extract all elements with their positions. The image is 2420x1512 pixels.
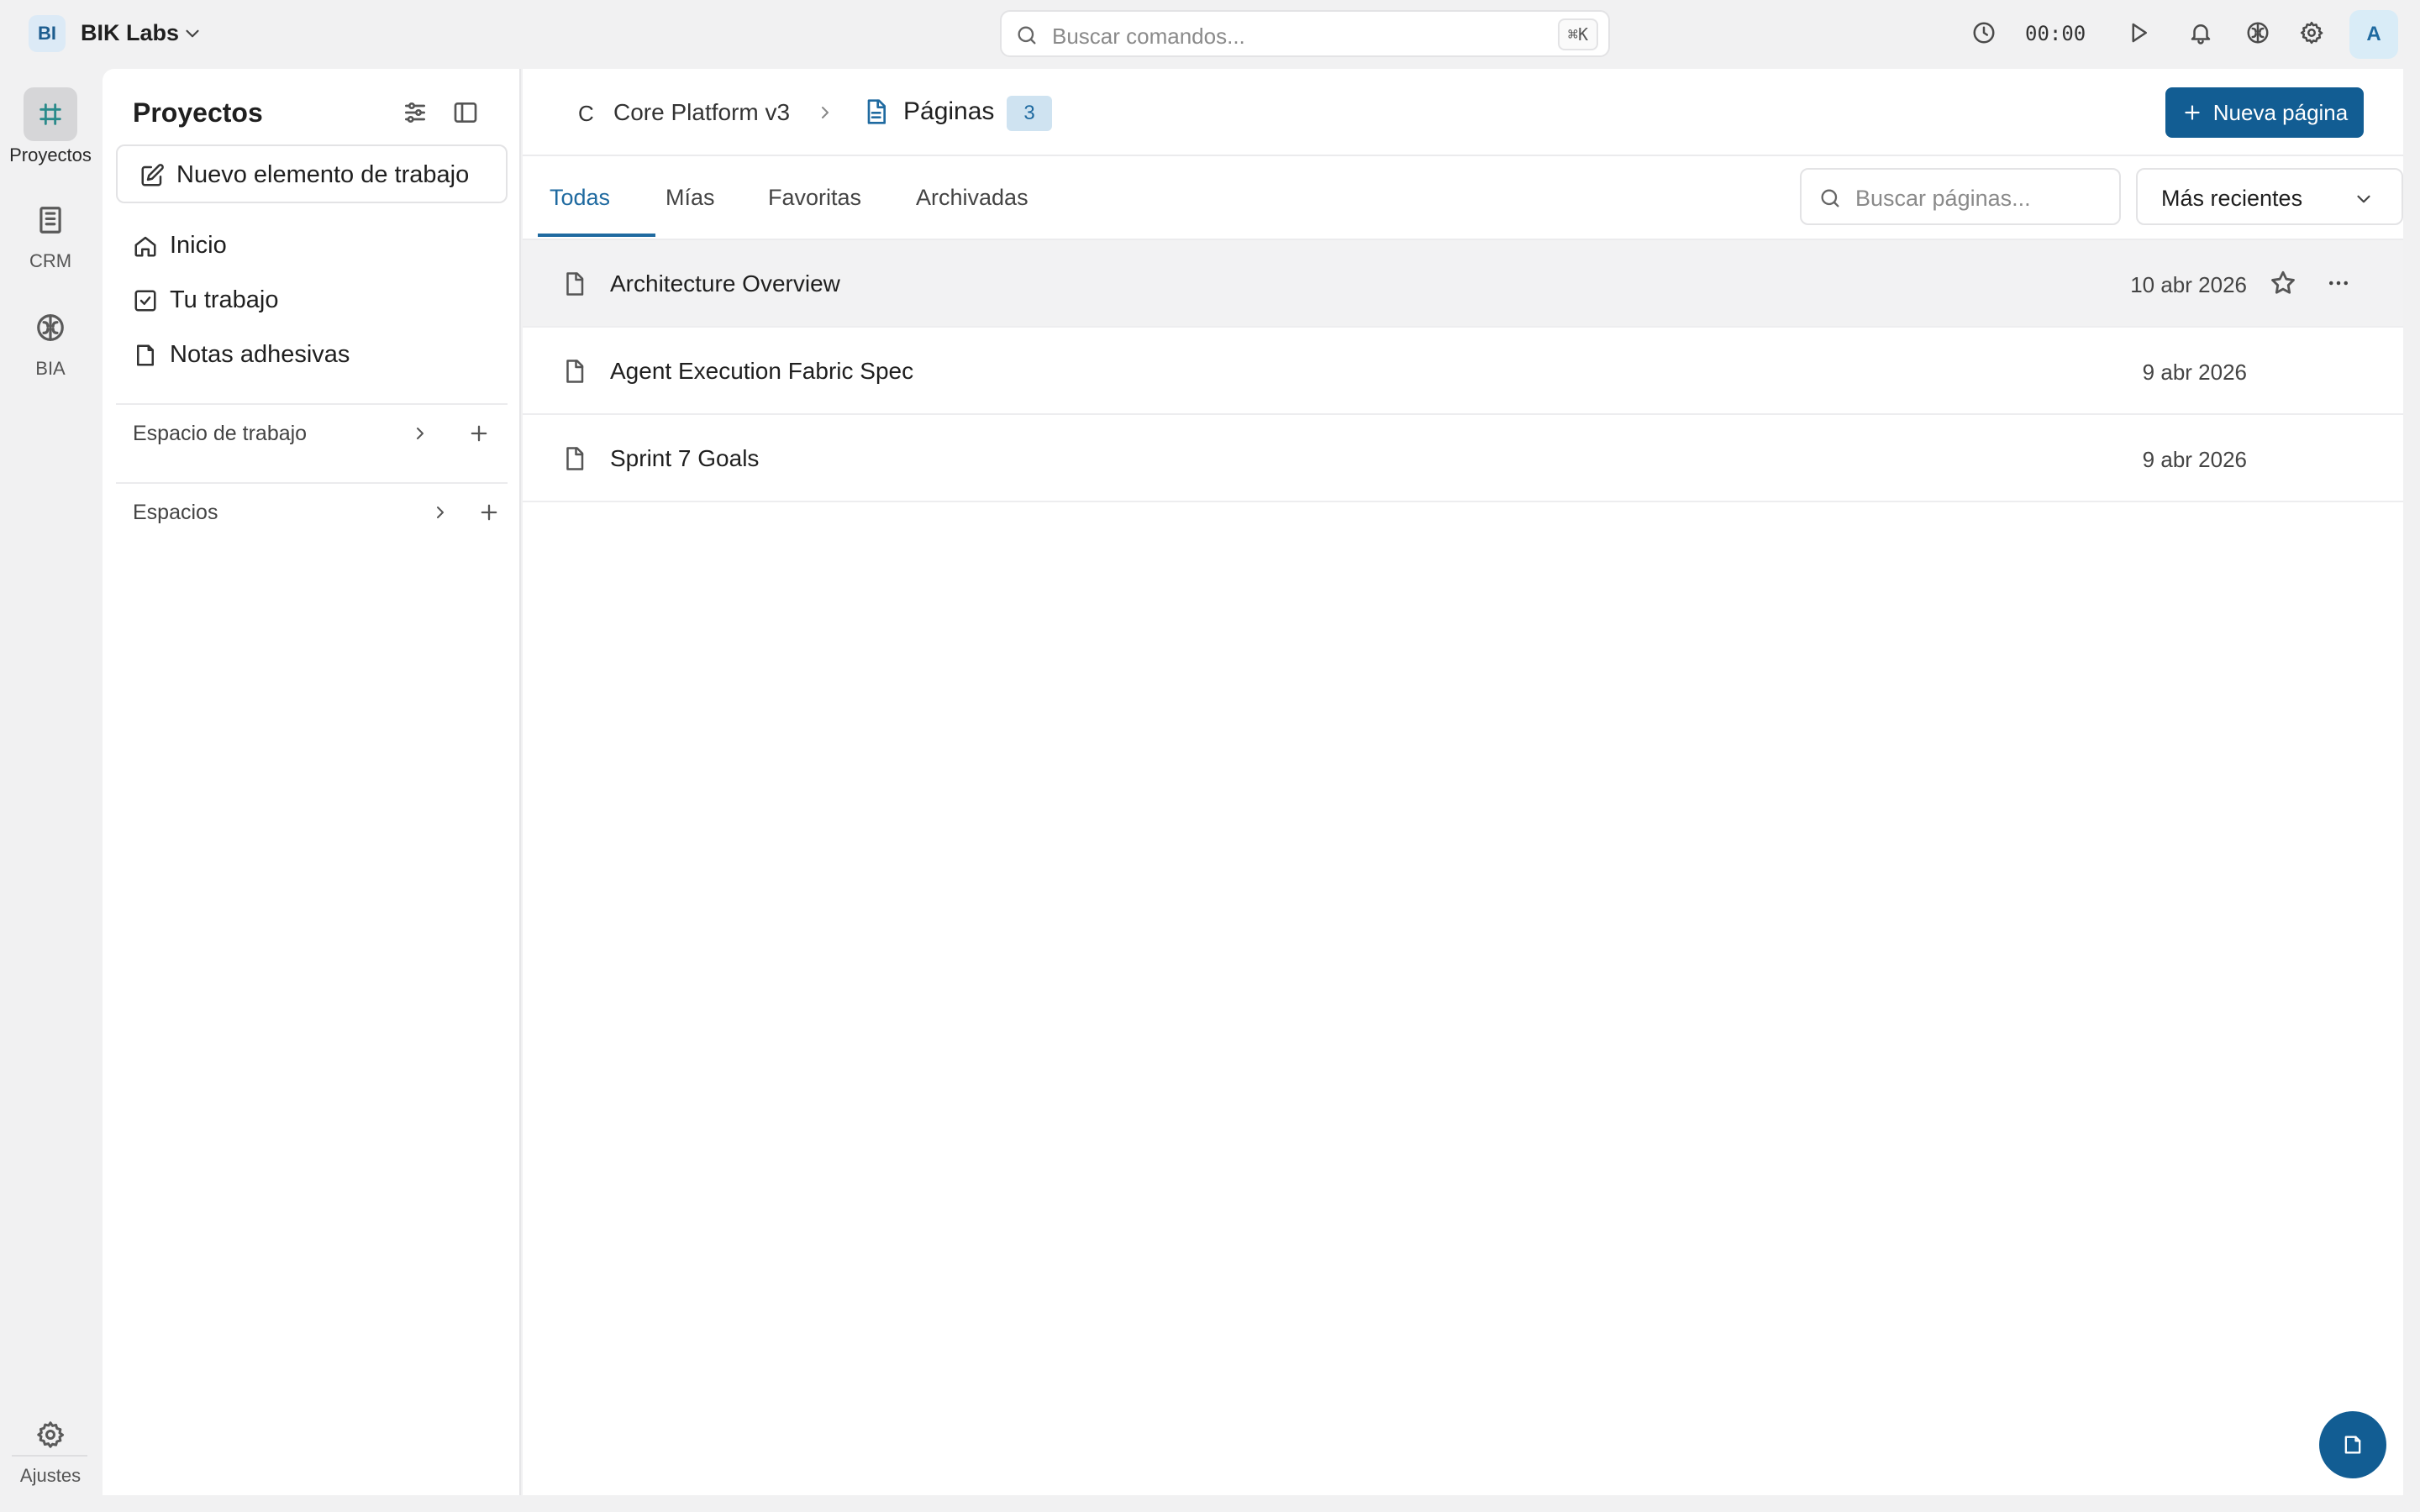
list-item[interactable]: Agent Execution Fabric Spec 9 abr 2026 [523,328,2403,415]
page-date: 9 abr 2026 [2142,447,2247,472]
edit-icon [139,163,165,188]
more-options-icon[interactable] [2326,270,2351,296]
brain-icon [24,301,77,354]
command-search-placeholder: Buscar comandos... [1052,24,1245,49]
sort-selected-value: Más recientes [2161,186,2303,211]
star-icon[interactable] [2269,269,2297,297]
sidebar-item-notas-adhesivas[interactable]: Notas adhesivas [133,334,502,376]
chevron-right-icon[interactable] [430,502,450,522]
document-icon [862,97,889,126]
search-icon [1015,24,1039,47]
shortcut-hint: ⌘K [1557,18,1598,50]
gear-icon [24,1408,77,1462]
sort-select[interactable]: Más recientes [2136,168,2403,225]
search-icon [1818,186,1842,210]
tab-archivadas[interactable]: Archivadas [916,185,1028,211]
brain-icon[interactable] [2245,20,2270,45]
section-espacio-de-trabajo[interactable]: Espacio de trabajo [133,415,502,452]
main-content: C Core Platform v3 Páginas 3 Nueva págin… [523,69,2403,1495]
new-page-label: Nueva página [2212,99,2349,125]
page-title-cell[interactable]: Sprint 7 Goals [610,445,759,472]
page-date: 10 abr 2026 [2130,272,2247,297]
top-bar: BI BIK Labs Buscar comandos... ⌘K 00:00 … [0,0,2420,67]
chevron-down-icon[interactable] [182,23,203,45]
bell-icon[interactable] [2188,20,2213,45]
page-title-cell[interactable]: Architecture Overview [610,270,840,297]
rail-item-crm[interactable]: CRM [0,193,101,272]
tab-todas[interactable]: Todas [550,185,610,211]
tabs-bar: Todas Mías Favoritas Archivadas Buscar p… [523,156,2403,240]
workspace-badge[interactable]: BI [29,15,66,52]
note-icon [2344,1436,2361,1454]
checkbox-icon [133,288,158,313]
command-search-input[interactable]: Buscar comandos... ⌘K [1000,10,1610,57]
sidebar-item-label: Inicio [170,232,227,259]
new-work-item-button[interactable]: Nuevo elemento de trabajo [116,144,508,203]
sidebar-divider [116,482,508,484]
section-espacios[interactable]: Espacios [133,494,502,531]
app-rail: Proyectos CRM BIA Ajustes [0,67,101,1512]
page-search-input[interactable]: Buscar páginas... [1800,168,2121,225]
list-item[interactable]: Architecture Overview 10 abr 2026 [523,240,2403,328]
home-icon [133,234,158,259]
chevron-right-icon [815,102,835,123]
sidebar-item-tu-trabajo[interactable]: Tu trabajo [133,280,502,322]
sidebar-item-label: Notas adhesivas [170,341,350,368]
new-work-item-label: Nuevo elemento de trabajo [176,161,470,188]
sidebar-title: Proyectos [133,97,263,128]
page-title-cell[interactable]: Agent Execution Fabric Spec [610,358,913,385]
sidebar-item-inicio[interactable]: Inicio [133,225,502,267]
workspace-name[interactable]: BIK Labs [81,20,179,46]
rail-item-ajustes[interactable]: Ajustes [0,1408,101,1487]
section-label: Espacios [133,501,218,524]
rail-label: Proyectos [9,144,92,165]
plus-icon [2185,105,2200,120]
page-title: Páginas [903,97,995,125]
building-icon [24,193,77,247]
pages-list: Architecture Overview 10 abr 2026 Agent … [523,240,2403,502]
breadcrumb-project[interactable]: Core Platform v3 [613,99,790,126]
filter-icon[interactable] [402,99,429,126]
document-icon [561,358,587,385]
page-date: 9 abr 2026 [2142,360,2247,385]
rail-label: CRM [29,250,72,271]
page-search-placeholder: Buscar páginas... [1855,186,2031,211]
page-header: C Core Platform v3 Páginas 3 Nueva págin… [523,69,2403,156]
document-icon [561,270,587,297]
page-count-badge: 3 [1007,96,1052,131]
sidebar-divider [116,403,508,405]
plus-icon[interactable] [477,501,501,524]
plus-icon[interactable] [467,422,491,445]
new-page-button[interactable]: Nueva página [2165,87,2364,138]
rail-label: Ajustes [19,1465,82,1486]
floating-note-button[interactable] [2319,1411,2386,1478]
section-label: Espacio de trabajo [133,422,308,445]
active-tab-indicator [538,234,655,237]
rail-item-bia[interactable]: BIA [0,301,101,380]
projects-icon [24,87,77,141]
avatar[interactable]: A [2349,10,2398,59]
tab-favoritas[interactable]: Favoritas [768,185,861,211]
timer-display: 00:00 [2025,22,2086,45]
sidebar-item-label: Tu trabajo [170,286,279,313]
rail-item-proyectos[interactable]: Proyectos [0,87,101,166]
gear-icon[interactable] [2299,20,2324,45]
sidebar: Proyectos Nuevo elemento de trabajo Inic… [103,69,521,1495]
list-item[interactable]: Sprint 7 Goals 9 abr 2026 [523,415,2403,502]
note-icon [133,343,158,368]
clock-icon[interactable] [1971,20,1996,45]
chevron-right-icon[interactable] [410,423,430,444]
rail-label: BIA [35,358,66,379]
document-icon [561,445,587,472]
play-icon[interactable] [2126,20,2151,45]
project-initial: C [578,101,594,126]
chevron-down-icon [2353,188,2375,210]
sidebar-toggle-icon[interactable] [452,99,479,126]
tab-mias[interactable]: Mías [666,185,715,211]
